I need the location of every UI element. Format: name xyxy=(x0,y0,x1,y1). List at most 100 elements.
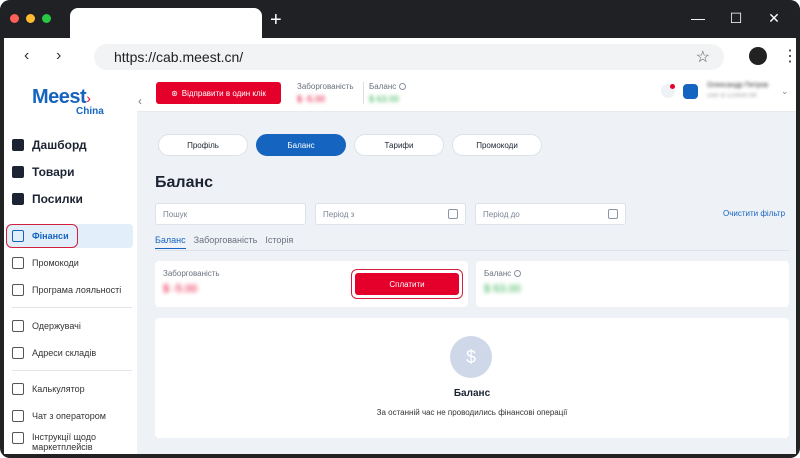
sidebar-item-label: Одержувачі xyxy=(32,321,81,331)
close-dot[interactable] xyxy=(10,14,19,23)
profile-tabs: Профіль Баланс Тарифи Промокоди xyxy=(158,134,542,156)
header-divider xyxy=(363,82,364,104)
minimize-icon[interactable]: — xyxy=(690,10,706,27)
percent-icon xyxy=(12,257,24,269)
logo-tick-icon: › xyxy=(86,90,91,106)
new-tab-icon[interactable]: + xyxy=(270,10,282,30)
sidebar-item-goods[interactable]: Товари xyxy=(12,165,132,179)
cart-icon xyxy=(12,166,24,178)
recipients-icon xyxy=(12,320,24,332)
meest-logo[interactable]: Meest› China xyxy=(32,86,112,120)
header-balance-label: Баланс xyxy=(369,82,407,91)
finance-subtabs: Баланс Заборгованість Історія xyxy=(155,235,293,249)
close-icon[interactable]: ✕ xyxy=(766,10,782,27)
sidebar-item-loyalty[interactable]: Програма лояльності xyxy=(12,284,132,296)
page-viewport: Meest› China Дашборд Товари Посилки Фіна… xyxy=(4,76,796,454)
debt-card-label: Заборгованість xyxy=(163,269,220,278)
send-icon: ⊛ xyxy=(171,88,178,98)
tab-balance[interactable]: Баланс xyxy=(256,134,346,156)
url-text: https://cab.meest.cn/ xyxy=(114,49,244,65)
subtab-history[interactable]: Історія xyxy=(265,235,293,249)
sidebar-divider xyxy=(12,370,132,371)
browser-toolbar: ‹ › https://cab.meest.cn/ ☆ ⋮ xyxy=(4,38,798,76)
balance-card: Баланс $ 63.00 xyxy=(476,261,789,307)
window-controls: — ☐ ✕ xyxy=(690,10,782,27)
location-icon xyxy=(12,347,24,359)
back-icon[interactable]: ‹ xyxy=(24,47,29,65)
browser-tab[interactable] xyxy=(70,8,262,38)
logo-wordmark: Meest xyxy=(32,86,87,108)
subtab-debt[interactable]: Заборгованість xyxy=(194,235,258,249)
pay-button[interactable]: Сплатити xyxy=(355,273,459,295)
send-button-label: Відправити в один клік xyxy=(181,88,266,98)
logo-subtitle: China xyxy=(76,106,104,117)
sidebar-item-promocodes[interactable]: Промокоди xyxy=(12,257,132,269)
sidebar-item-label: Дашборд xyxy=(32,138,87,152)
subtab-balance[interactable]: Баланс xyxy=(155,235,186,249)
debt-card-value: $ -5.00 xyxy=(163,283,198,295)
header-debt-label: Заборгованість xyxy=(297,82,354,91)
sidebar-item-label: Калькулятор xyxy=(32,384,85,394)
period-from-placeholder: Період з xyxy=(323,210,355,219)
chevron-down-icon[interactable]: ⌄ xyxy=(781,86,789,97)
user-id: user id 123456789 xyxy=(707,93,757,99)
balance-card-value: $ 63.00 xyxy=(484,283,521,295)
empty-state-text: За останній час не проводились фінансові… xyxy=(376,408,568,417)
finance-highlight-outline xyxy=(6,224,78,248)
clear-filter-link[interactable]: Очистити фільтр xyxy=(723,209,785,218)
info-icon[interactable] xyxy=(514,270,522,278)
tab-strip: + — ☐ ✕ xyxy=(0,0,800,38)
empty-state-title: Баланс xyxy=(453,388,491,399)
loyalty-icon xyxy=(12,284,24,296)
search-input[interactable]: Пошук xyxy=(155,203,306,225)
calendar-icon[interactable] xyxy=(608,209,618,219)
parcel-icon xyxy=(12,193,24,205)
sidebar-item-label: Адреси складів xyxy=(32,348,97,358)
sidebar-item-label: Чат з оператором xyxy=(32,411,106,421)
address-bar[interactable]: https://cab.meest.cn/ ☆ xyxy=(94,44,724,70)
sidebar-item-chat[interactable]: Чат з оператором xyxy=(12,410,132,422)
info-icon[interactable] xyxy=(399,83,407,91)
calculator-icon xyxy=(12,383,24,395)
bookmark-star-icon[interactable]: ☆ xyxy=(696,47,710,67)
minimize-dot[interactable] xyxy=(26,14,35,23)
one-click-send-button[interactable]: ⊛ Відправити в один клік xyxy=(156,82,281,104)
menu-kebab-icon[interactable]: ⋮ xyxy=(782,46,798,66)
sidebar-item-recipients[interactable]: Одержувачі xyxy=(12,320,132,332)
book-icon xyxy=(12,432,24,444)
page-title: Баланс xyxy=(155,174,214,191)
chat-icon xyxy=(12,410,24,422)
subtabs-underline xyxy=(155,250,789,251)
window-controls-mac xyxy=(10,14,51,23)
browser-window: + — ☐ ✕ ‹ › https://cab.meest.cn/ ☆ ⋮ Me… xyxy=(0,0,800,458)
notification-bell-icon[interactable] xyxy=(661,84,675,98)
app-header: ⊛ Відправити в один клік Заборгованість … xyxy=(137,76,796,112)
zoom-dot[interactable] xyxy=(42,14,51,23)
calendar-icon[interactable] xyxy=(448,209,458,219)
sidebar: Meest› China Дашборд Товари Посилки Фіна… xyxy=(4,76,137,454)
sidebar-item-dashboard[interactable]: Дашборд xyxy=(12,138,132,152)
profile-icon[interactable] xyxy=(749,47,767,65)
sidebar-item-label: Програма лояльності xyxy=(32,285,122,295)
user-name: Олександр Петров xyxy=(707,82,769,89)
period-to-placeholder: Період до xyxy=(483,210,520,219)
balance-card-label: Баланс xyxy=(484,269,522,278)
sidebar-item-parcels[interactable]: Посилки xyxy=(12,192,132,206)
dollar-icon: $ xyxy=(450,336,492,378)
maximize-icon[interactable]: ☐ xyxy=(728,10,744,27)
tab-promocodes[interactable]: Промокоди xyxy=(452,134,542,156)
header-balance-value: $ 63.00 xyxy=(369,94,400,104)
sidebar-item-instructions[interactable]: Інструкції щодо маркетплейсів xyxy=(12,432,132,452)
header-debt-value: $ -5.00 xyxy=(297,94,326,104)
tab-tariffs[interactable]: Тарифи xyxy=(354,134,444,156)
period-to-field[interactable]: Період до xyxy=(475,203,626,225)
sidebar-item-calculator[interactable]: Калькулятор xyxy=(12,383,132,395)
sidebar-item-label: Товари xyxy=(32,165,75,179)
sidebar-item-label: Посилки xyxy=(32,192,83,206)
avatar[interactable] xyxy=(683,84,698,99)
tab-profile[interactable]: Профіль xyxy=(158,134,248,156)
sidebar-item-warehouses[interactable]: Адреси складів xyxy=(12,347,132,359)
period-from-field[interactable]: Період з xyxy=(315,203,466,225)
sidebar-collapse-icon[interactable]: ‹ xyxy=(138,94,142,108)
forward-icon[interactable]: › xyxy=(56,47,61,65)
